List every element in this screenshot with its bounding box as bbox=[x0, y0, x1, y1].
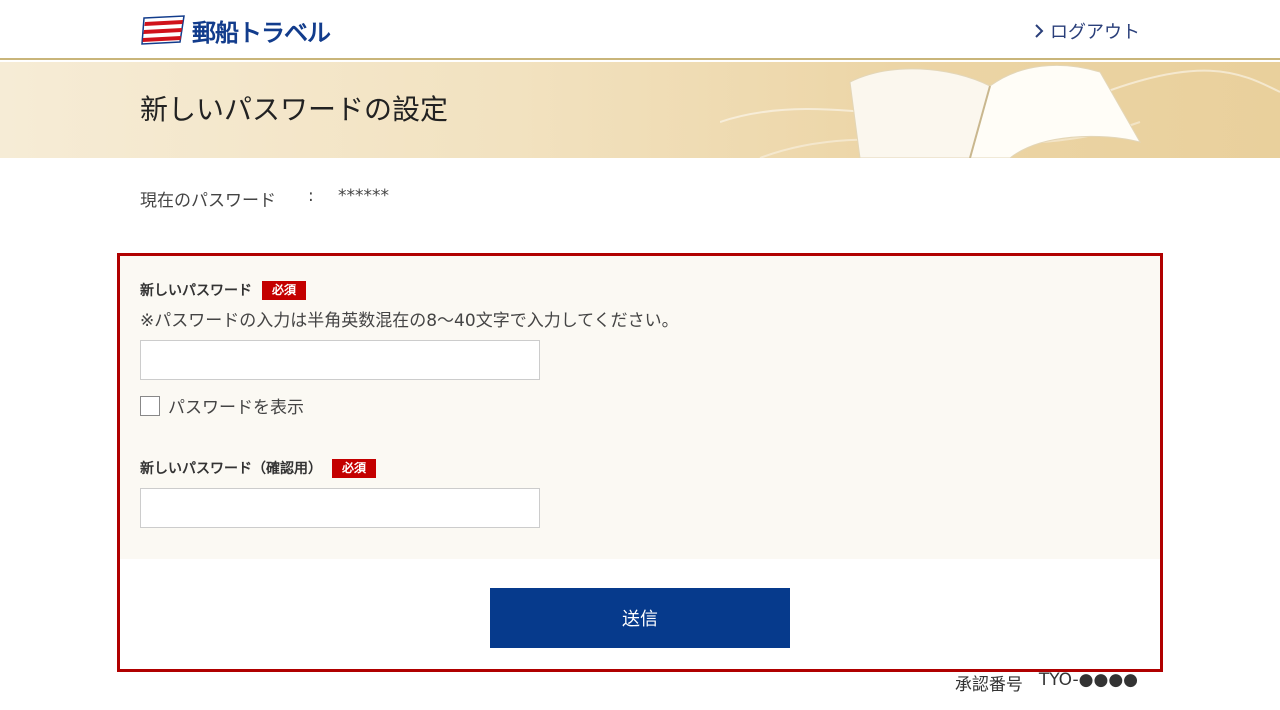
approval-label: 承認番号 bbox=[954, 675, 1023, 695]
password-form: 新しいパスワード 必須 ※パスワードの入力は半角英数混在の8～40文字で入力して… bbox=[117, 253, 1163, 672]
logout-label: ログアウト bbox=[1050, 22, 1140, 43]
new-password-input[interactable] bbox=[140, 340, 540, 380]
approval-value: TYO-●●●● bbox=[1038, 670, 1138, 690]
page-title: 新しいパスワードの設定 bbox=[140, 93, 449, 126]
chevron-right-icon bbox=[1035, 24, 1044, 38]
brand-name: 郵船トラベル bbox=[192, 18, 331, 47]
confirm-password-label: 新しいパスワード（確認用） bbox=[140, 461, 322, 477]
required-badge: 必須 bbox=[332, 458, 377, 478]
submit-button[interactable]: 送信 bbox=[490, 588, 790, 648]
confirm-password-input[interactable] bbox=[140, 488, 540, 528]
confirm-password-label-row: 新しいパスワード（確認用） 必須 bbox=[140, 458, 377, 478]
current-password-row: 現在のパスワード : ****** bbox=[140, 186, 389, 211]
show-password-checkbox[interactable] bbox=[140, 395, 160, 416]
logout-link[interactable]: ログアウト bbox=[1034, 18, 1140, 44]
brand-logo[interactable]: 郵船トラベル bbox=[140, 13, 331, 47]
current-password-value: ****** bbox=[338, 186, 389, 206]
site-header: 郵船トラベル ログアウト bbox=[0, 0, 1280, 60]
open-book-illustration bbox=[720, 64, 1280, 158]
flag-logo-icon bbox=[141, 15, 185, 45]
form-body: 新しいパスワード 必須 ※パスワードの入力は半角英数混在の8～40文字で入力して… bbox=[120, 256, 1160, 559]
current-password-separator: : bbox=[308, 186, 314, 206]
required-badge: 必須 bbox=[262, 280, 307, 300]
new-password-label-row: 新しいパスワード 必須 bbox=[140, 280, 307, 300]
show-password-toggle[interactable]: パスワードを表示 bbox=[140, 393, 304, 418]
new-password-label: 新しいパスワード bbox=[140, 283, 252, 299]
show-password-label: パスワードを表示 bbox=[168, 398, 304, 418]
page-banner: 新しいパスワードの設定 bbox=[0, 62, 1280, 158]
current-password-label: 現在のパスワード bbox=[140, 191, 276, 211]
approval-number: 承認番号 TYO-●●●● bbox=[955, 670, 1138, 695]
password-rule-note: ※パスワードの入力は半角英数混在の8～40文字で入力してください。 bbox=[140, 311, 679, 331]
